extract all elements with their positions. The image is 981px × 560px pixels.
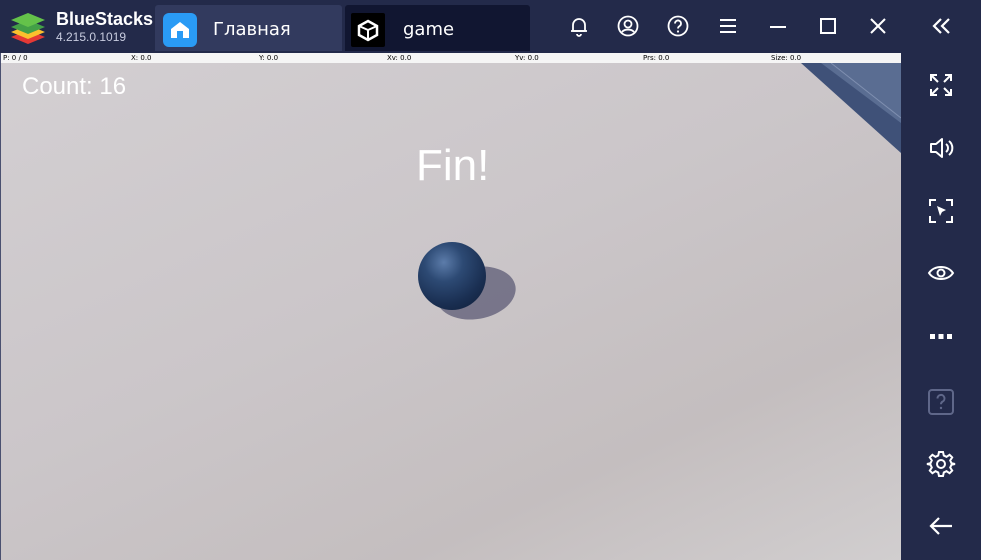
- help-icon: [667, 15, 689, 37]
- finish-message: Fin!: [416, 141, 490, 190]
- player-ball: [418, 242, 486, 310]
- screenshot-button[interactable]: [921, 193, 961, 229]
- home-icon: [163, 13, 197, 47]
- debug-prs: Prs: 0.0: [643, 54, 670, 62]
- maximize-button[interactable]: [814, 12, 842, 40]
- notifications-button[interactable]: [565, 12, 593, 40]
- debug-y: Y: 0.0: [259, 54, 279, 62]
- back-icon: [929, 517, 952, 535]
- more-icon: [930, 334, 952, 339]
- maximize-icon: [820, 18, 836, 34]
- debug-xv: Xv: 0.0: [387, 54, 412, 62]
- bell-icon: [571, 18, 587, 37]
- volume-button[interactable]: [921, 130, 961, 166]
- account-icon: [617, 15, 639, 37]
- help-box-icon: [928, 389, 954, 415]
- pointer-debug-bar: P: 0 / 0 X: 0.0 Y: 0.0 Xv: 0.0 Yv: 0.0 P…: [1, 53, 901, 63]
- title-bar: BlueStacks 4.215.0.1019 Главная game: [0, 0, 981, 53]
- menu-button[interactable]: [714, 12, 742, 40]
- debug-x: X: 0.0: [131, 54, 152, 62]
- minimize-button[interactable]: [764, 12, 792, 40]
- app-name: BlueStacks: [56, 9, 154, 29]
- debug-yv: Yv: 0.0: [515, 54, 539, 62]
- more-button[interactable]: [921, 318, 961, 354]
- wall-corner: [801, 63, 901, 153]
- close-icon: [870, 18, 886, 34]
- account-button[interactable]: [614, 12, 642, 40]
- collapse-sidebar-button[interactable]: [926, 12, 956, 40]
- help-button[interactable]: [664, 12, 692, 40]
- volume-icon: [930, 138, 954, 158]
- eye-button[interactable]: [921, 255, 961, 291]
- tab-game-label: game: [403, 19, 455, 40]
- fullscreen-icon: [930, 74, 952, 96]
- minimize-icon: [770, 26, 786, 28]
- menu-icon: [720, 19, 736, 33]
- settings-button[interactable]: [921, 446, 961, 482]
- game-viewport[interactable]: P: 0 / 0 X: 0.0 Y: 0.0 Xv: 0.0 Yv: 0.0 P…: [0, 53, 901, 560]
- screenshot-cursor-icon: [929, 199, 953, 223]
- back-button[interactable]: [921, 508, 961, 544]
- count-label: Count: 16: [22, 73, 127, 100]
- help-box-button[interactable]: [921, 384, 961, 420]
- settings-icon: [926, 451, 956, 477]
- tab-game[interactable]: game: [345, 5, 530, 51]
- debug-size: Size: 0.0: [771, 54, 802, 62]
- close-button[interactable]: [864, 12, 892, 40]
- debug-pointer: P: 0 / 0: [3, 54, 28, 62]
- unity-icon: [351, 13, 385, 47]
- right-sidebar: [901, 53, 981, 560]
- fullscreen-button[interactable]: [921, 67, 961, 103]
- tab-home-label: Главная: [213, 19, 291, 40]
- collapse-sidebar-icon: [932, 18, 950, 34]
- bluestacks-logo-icon: [11, 13, 45, 44]
- eye-icon: [927, 266, 955, 280]
- tab-home[interactable]: Главная: [155, 5, 342, 51]
- app-version: 4.215.0.1019: [56, 30, 127, 44]
